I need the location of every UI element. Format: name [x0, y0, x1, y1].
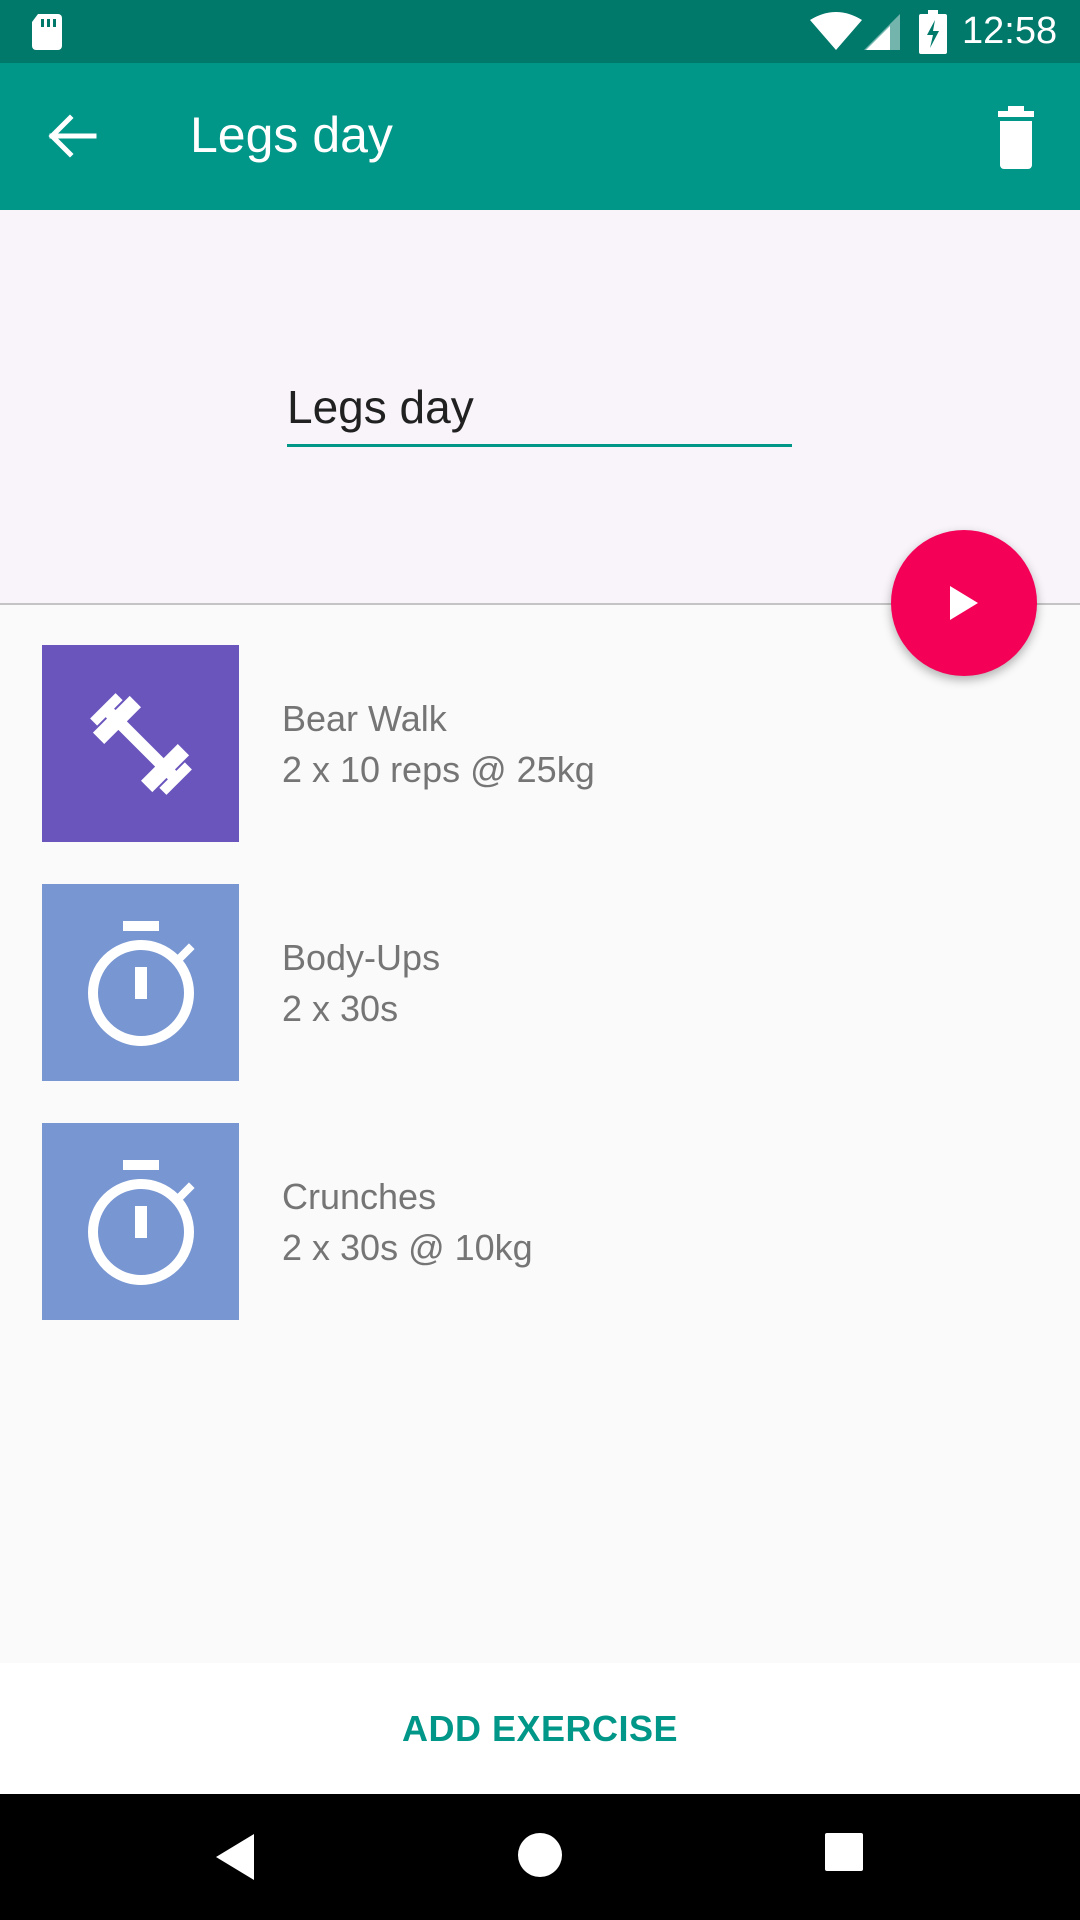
- workout-name-field[interactable]: [287, 370, 792, 447]
- arrow-back-icon[interactable]: [40, 103, 106, 169]
- delete-icon[interactable]: [980, 103, 1052, 175]
- exercise-name: Body-Ups: [282, 937, 441, 978]
- stopwatch-icon: [87, 920, 195, 1046]
- add-exercise-bar: ADD EXERCISE: [0, 1663, 1080, 1794]
- play-button[interactable]: [891, 530, 1037, 676]
- status-clock: 12:58: [962, 10, 1058, 52]
- sd-card-icon: [32, 14, 62, 50]
- play-icon: [950, 586, 978, 620]
- exercise-detail: 2 x 30s @ 10kg: [282, 1227, 533, 1268]
- nav-recents-icon[interactable]: [823, 1831, 865, 1873]
- exercise-thumbnail: [42, 645, 239, 842]
- battery-charging-icon: [919, 10, 947, 54]
- exercise-detail: 2 x 30s: [282, 988, 399, 1029]
- exercise-name: Bear Walk: [282, 698, 447, 739]
- signal-icon: [864, 14, 900, 50]
- nav-back-icon[interactable]: [210, 1830, 260, 1884]
- wifi-icon: [810, 12, 862, 50]
- exercise-thumbnail: [42, 884, 239, 1081]
- dumbbell-icon: [89, 692, 192, 795]
- exercise-thumbnail: [42, 1123, 239, 1320]
- add-exercise-button[interactable]: ADD EXERCISE: [362, 1688, 718, 1770]
- exercise-item-crunches[interactable]: Crunches 2 x 30s @ 10kg: [0, 1083, 1080, 1320]
- nav-home-icon[interactable]: [515, 1830, 565, 1880]
- stopwatch-icon: [87, 1159, 195, 1285]
- status-bar: 12:58: [0, 0, 1080, 63]
- app-bar: Legs day: [0, 63, 1080, 210]
- system-nav-bar: [0, 1794, 1080, 1920]
- exercise-name: Crunches: [282, 1176, 437, 1217]
- exercise-item-body-ups[interactable]: Body-Ups 2 x 30s: [0, 844, 1080, 1081]
- page-title: Legs day: [190, 107, 393, 163]
- exercise-detail: 2 x 10 reps @ 25kg: [282, 749, 595, 790]
